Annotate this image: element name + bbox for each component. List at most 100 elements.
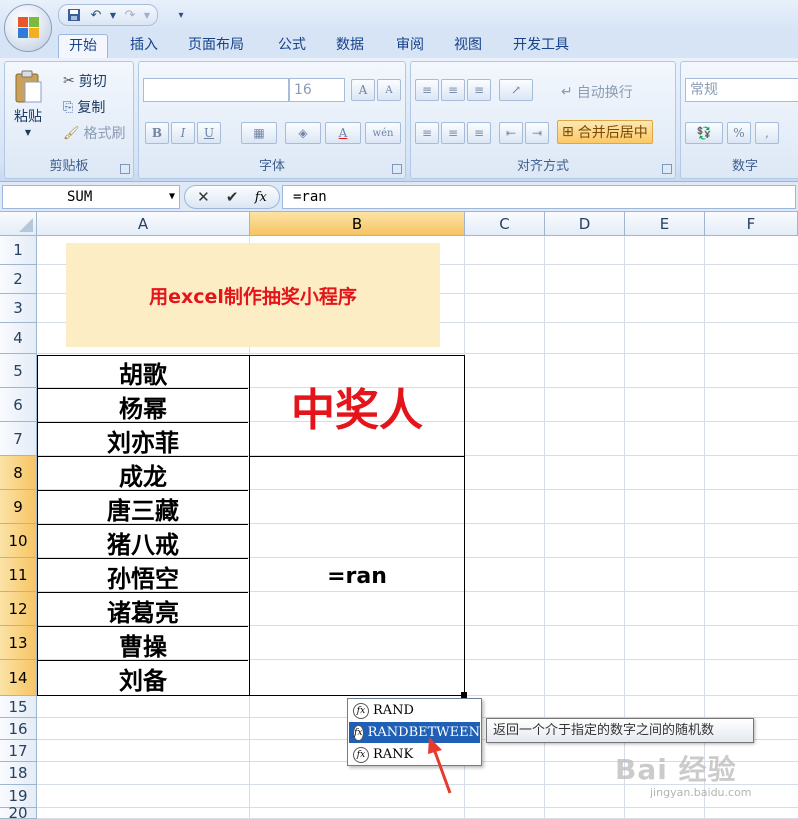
column-header-d[interactable]: D bbox=[545, 212, 625, 236]
paste-button[interactable]: 粘贴 ▼ bbox=[13, 70, 43, 137]
name-cell[interactable]: 诸葛亮 bbox=[38, 594, 248, 627]
row-header[interactable]: 15 bbox=[0, 696, 37, 718]
align-right-button[interactable]: ≡ bbox=[467, 122, 491, 144]
number-format-select[interactable]: 常规 bbox=[685, 78, 798, 102]
tab-insert[interactable]: 插入 bbox=[120, 34, 168, 58]
row-header[interactable]: 10 bbox=[0, 524, 37, 558]
fill-color-button[interactable]: ◈ bbox=[285, 122, 321, 144]
row-header[interactable]: 12 bbox=[0, 592, 37, 626]
merge-center-button[interactable]: ⊞ 合并后居中 bbox=[557, 120, 653, 144]
tab-view[interactable]: 视图 bbox=[444, 34, 492, 58]
decrease-indent-button[interactable]: ⇤ bbox=[499, 122, 523, 144]
save-icon[interactable] bbox=[65, 6, 83, 24]
title-banner[interactable]: 用excel制作抽奖小程序 bbox=[66, 243, 440, 347]
row-header[interactable]: 11 bbox=[0, 558, 37, 592]
name-cell[interactable]: 猪八戒 bbox=[38, 526, 248, 559]
shrink-font-button[interactable]: A bbox=[377, 79, 401, 101]
row-header[interactable]: 6 bbox=[0, 388, 37, 422]
office-button[interactable] bbox=[4, 4, 52, 52]
align-top-button[interactable]: ≡ bbox=[415, 79, 439, 101]
chevron-down-icon[interactable]: ▼ bbox=[169, 186, 175, 208]
wrap-text-button[interactable]: ↵ 自动换行 bbox=[561, 82, 633, 102]
redo-icon[interactable]: ↷ bbox=[121, 6, 139, 24]
dialog-launcher-icon[interactable] bbox=[392, 164, 402, 174]
undo-icon[interactable]: ↶ bbox=[87, 6, 105, 24]
row-header[interactable]: 4 bbox=[0, 323, 37, 354]
name-cell[interactable]: 曹操 bbox=[38, 628, 248, 661]
formula-cell-b8[interactable]: =ran bbox=[250, 457, 464, 695]
name-box[interactable]: SUM ▼ bbox=[2, 185, 180, 209]
tab-home[interactable]: 开始 bbox=[58, 34, 108, 58]
row-header[interactable]: 3 bbox=[0, 294, 37, 323]
row-header[interactable]: 5 bbox=[0, 354, 37, 388]
autocomplete-item-randbetween[interactable]: fx RANDBETWEEN bbox=[349, 722, 480, 743]
bold-button[interactable]: B bbox=[145, 122, 169, 144]
chevron-down-icon[interactable]: ▼ bbox=[143, 6, 151, 24]
row-header[interactable]: 8 bbox=[0, 456, 37, 490]
row-header[interactable]: 13 bbox=[0, 626, 37, 660]
font-size-select[interactable]: 16 bbox=[289, 78, 345, 102]
row-header[interactable]: 7 bbox=[0, 422, 37, 456]
copy-button[interactable]: ⎘ 复制 bbox=[63, 97, 105, 117]
dialog-launcher-icon[interactable] bbox=[662, 164, 672, 174]
orientation-button[interactable]: ↗ bbox=[499, 79, 533, 101]
select-all-corner[interactable] bbox=[0, 212, 37, 236]
row-header[interactable]: 16 bbox=[0, 718, 37, 740]
autocomplete-item-rank[interactable]: fx RANK bbox=[349, 744, 480, 765]
cancel-icon[interactable]: ✕ bbox=[197, 188, 210, 206]
name-cell[interactable]: 刘亦菲 bbox=[38, 424, 248, 457]
enter-icon[interactable]: ✔ bbox=[226, 188, 239, 206]
row-header[interactable]: 20 bbox=[0, 806, 37, 819]
format-painter-button[interactable]: 🖌 格式刷 bbox=[63, 123, 126, 143]
chevron-down-icon[interactable]: ▼ bbox=[109, 6, 117, 24]
customize-qat-icon[interactable]: ▾ bbox=[172, 6, 190, 24]
comma-button[interactable]: , bbox=[755, 122, 779, 144]
percent-button[interactable]: % bbox=[727, 122, 751, 144]
formula-input[interactable]: =ran bbox=[282, 185, 796, 209]
align-left-button[interactable]: ≡ bbox=[415, 122, 439, 144]
row-header[interactable]: 17 bbox=[0, 740, 37, 762]
copy-label: 复制 bbox=[77, 100, 106, 116]
row-header[interactable]: 2 bbox=[0, 265, 37, 294]
row-header[interactable]: 1 bbox=[0, 236, 37, 265]
column-header-a[interactable]: A bbox=[37, 212, 250, 236]
name-cell[interactable]: 杨幂 bbox=[38, 390, 248, 423]
tab-page-layout[interactable]: 页面布局 bbox=[178, 34, 254, 58]
name-cell[interactable]: 刘备 bbox=[38, 662, 248, 695]
underline-button[interactable]: U bbox=[197, 122, 221, 144]
align-middle-button[interactable]: ≡ bbox=[441, 79, 465, 101]
align-center-icon: ≡ bbox=[447, 126, 459, 140]
font-name-select[interactable] bbox=[143, 78, 289, 102]
row-header[interactable]: 14 bbox=[0, 660, 37, 696]
italic-button[interactable]: I bbox=[171, 122, 195, 144]
name-cell[interactable]: 孙悟空 bbox=[38, 560, 248, 593]
winner-label-cell[interactable]: 中奖人 bbox=[250, 356, 464, 456]
formula-bar: SUM ▼ ✕ ✔ fx =ran bbox=[0, 182, 798, 212]
currency-button[interactable]: 💱 bbox=[685, 122, 723, 144]
increase-indent-button[interactable]: ⇥ bbox=[525, 122, 549, 144]
font-group-label: 字体 bbox=[258, 159, 285, 174]
dialog-launcher-icon[interactable] bbox=[120, 164, 130, 174]
align-center-button[interactable]: ≡ bbox=[441, 122, 465, 144]
column-header-f[interactable]: F bbox=[705, 212, 798, 236]
column-header-b[interactable]: B bbox=[250, 212, 465, 236]
tab-review[interactable]: 审阅 bbox=[386, 34, 434, 58]
column-header-c[interactable]: C bbox=[465, 212, 545, 236]
align-bottom-button[interactable]: ≡ bbox=[467, 79, 491, 101]
phonetic-button[interactable]: wén bbox=[365, 122, 401, 144]
name-cell[interactable]: 成龙 bbox=[38, 458, 248, 491]
tab-formulas[interactable]: 公式 bbox=[268, 34, 316, 58]
cut-button[interactable]: ✂ 剪切 bbox=[63, 71, 107, 91]
name-cell[interactable]: 胡歌 bbox=[38, 356, 248, 389]
row-header[interactable]: 18 bbox=[0, 762, 37, 785]
row-header[interactable]: 9 bbox=[0, 490, 37, 524]
tab-data[interactable]: 数据 bbox=[326, 34, 374, 58]
name-cell[interactable]: 唐三藏 bbox=[38, 492, 248, 525]
column-header-e[interactable]: E bbox=[625, 212, 705, 236]
grow-font-button[interactable]: A bbox=[351, 79, 375, 101]
autocomplete-item-rand[interactable]: fx RAND bbox=[349, 700, 480, 721]
font-color-button[interactable]: A bbox=[325, 122, 361, 144]
insert-function-icon[interactable]: fx bbox=[255, 190, 267, 205]
borders-button[interactable]: ▦ bbox=[241, 122, 277, 144]
tab-developer[interactable]: 开发工具 bbox=[503, 34, 579, 58]
